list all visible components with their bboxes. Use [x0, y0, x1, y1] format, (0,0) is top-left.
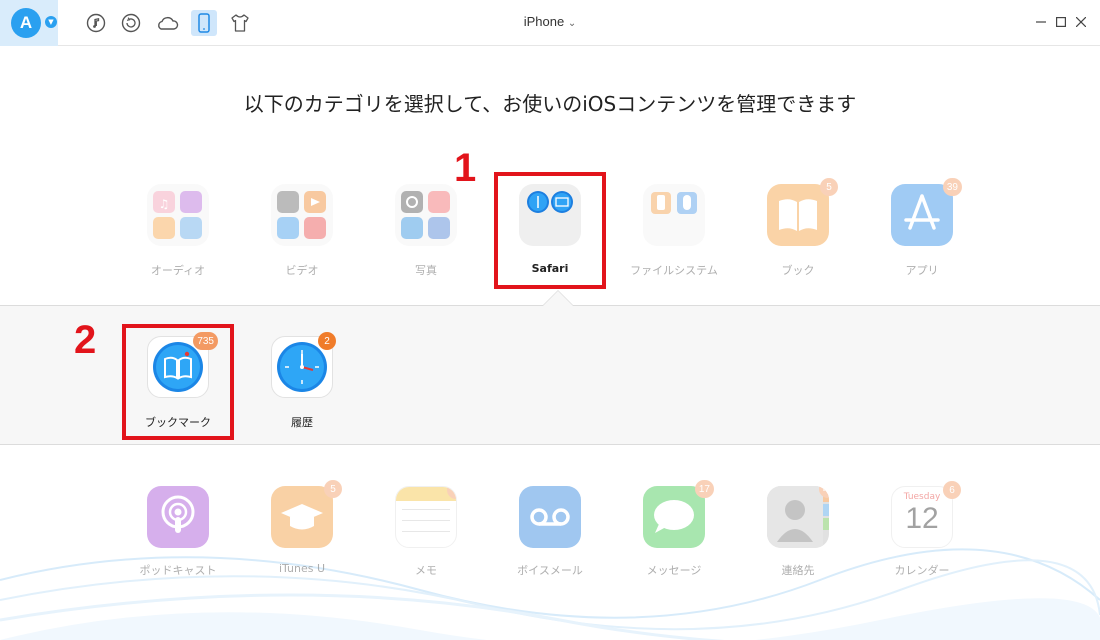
category-label: カレンダー	[894, 564, 950, 577]
maximize-icon[interactable]	[1053, 14, 1069, 30]
category-label: メッセージ	[646, 564, 702, 577]
category-label: ブック	[781, 264, 815, 277]
step-number-1: 1	[454, 146, 477, 190]
page-heading: 以下のカテゴリを選択して、お使いのiOSコンテンツを管理できます	[243, 92, 857, 116]
file-system-icon	[643, 184, 705, 246]
minimize-icon[interactable]	[1033, 14, 1049, 30]
category-notes[interactable]: 7 メモ	[378, 486, 474, 578]
photos-icon	[395, 184, 457, 246]
badge: 17	[694, 480, 714, 498]
app-store-icon: 39	[891, 178, 962, 246]
video-icon	[271, 184, 333, 246]
history-clock-icon: 2	[271, 332, 336, 398]
category-apps[interactable]: 39 アプリ	[874, 178, 970, 284]
highlight-box-safari	[494, 172, 606, 289]
category-label: ファイルシステム	[630, 264, 718, 277]
category-label: iTunes U	[278, 562, 326, 575]
category-file-system[interactable]: ファイルシステム	[626, 184, 722, 284]
music-icon[interactable]	[83, 10, 109, 36]
category-books[interactable]: 5 ブック	[750, 178, 846, 284]
category-video[interactable]: ビデオ	[254, 184, 350, 284]
voicemail-icon	[519, 486, 581, 548]
panel-pointer-inner	[543, 291, 573, 306]
notes-icon: 7	[395, 486, 457, 548]
app-logo-icon: A	[11, 8, 41, 38]
app-menu-button[interactable]: A ▼	[0, 0, 58, 46]
calendar-day: 12	[905, 502, 939, 535]
category-messages[interactable]: 17 メッセージ	[626, 480, 722, 578]
category-label: メモ	[415, 564, 437, 577]
svg-text:♫: ♫	[159, 197, 170, 211]
safari-history[interactable]: 2 履歴	[254, 332, 350, 430]
category-podcasts[interactable]: ポッドキャスト	[130, 486, 226, 578]
badge: 2	[318, 332, 336, 350]
category-voicemail[interactable]: ボイスメール	[502, 486, 598, 578]
close-icon[interactable]	[1073, 14, 1089, 30]
category-label: オーディオ	[150, 264, 206, 277]
step-number-2: 2	[74, 318, 97, 362]
audio-icon: ♫	[147, 184, 209, 246]
badge: 5	[820, 178, 838, 196]
message-bubble-icon: 17	[643, 480, 714, 548]
shirt-icon[interactable]	[227, 10, 253, 36]
title-bar: A ▼ iPhone ⌄	[0, 0, 1100, 46]
restore-icon[interactable]	[118, 10, 144, 36]
badge: 39	[942, 178, 962, 196]
category-contacts[interactable]: 40 連絡先	[750, 486, 846, 578]
category-label: ポッドキャスト	[139, 564, 217, 577]
category-calendar[interactable]: Tuesday 12 6 カレンダー	[874, 481, 970, 578]
category-label: アプリ	[905, 264, 939, 277]
category-photos[interactable]: 写真	[378, 184, 474, 284]
calendar-icon: Tuesday 12 6	[891, 481, 961, 548]
graduation-cap-icon: 5	[271, 480, 342, 548]
device-name: iPhone	[523, 14, 565, 29]
cloud-icon[interactable]	[154, 10, 180, 36]
podcast-icon	[147, 486, 209, 548]
device-selector[interactable]: iPhone ⌄	[500, 14, 600, 29]
badge: 6	[943, 481, 961, 499]
highlight-box-bookmarks	[122, 324, 234, 440]
phone-icon[interactable]	[191, 10, 217, 36]
category-itunes-u[interactable]: 5 iTunes U	[254, 480, 350, 575]
chevron-down-icon: ▼	[45, 16, 57, 28]
category-audio[interactable]: ♫ オーディオ	[130, 184, 226, 284]
contacts-icon: 40	[767, 486, 829, 548]
category-label: ビデオ	[285, 264, 319, 277]
category-label: 連絡先	[781, 564, 815, 577]
chevron-down-icon: ⌄	[567, 18, 577, 29]
category-label: 写真	[415, 264, 437, 277]
category-label: ボイスメール	[517, 564, 583, 577]
badge: 5	[324, 480, 342, 498]
books-icon: 5	[767, 178, 838, 246]
item-label: 履歴	[291, 416, 313, 429]
